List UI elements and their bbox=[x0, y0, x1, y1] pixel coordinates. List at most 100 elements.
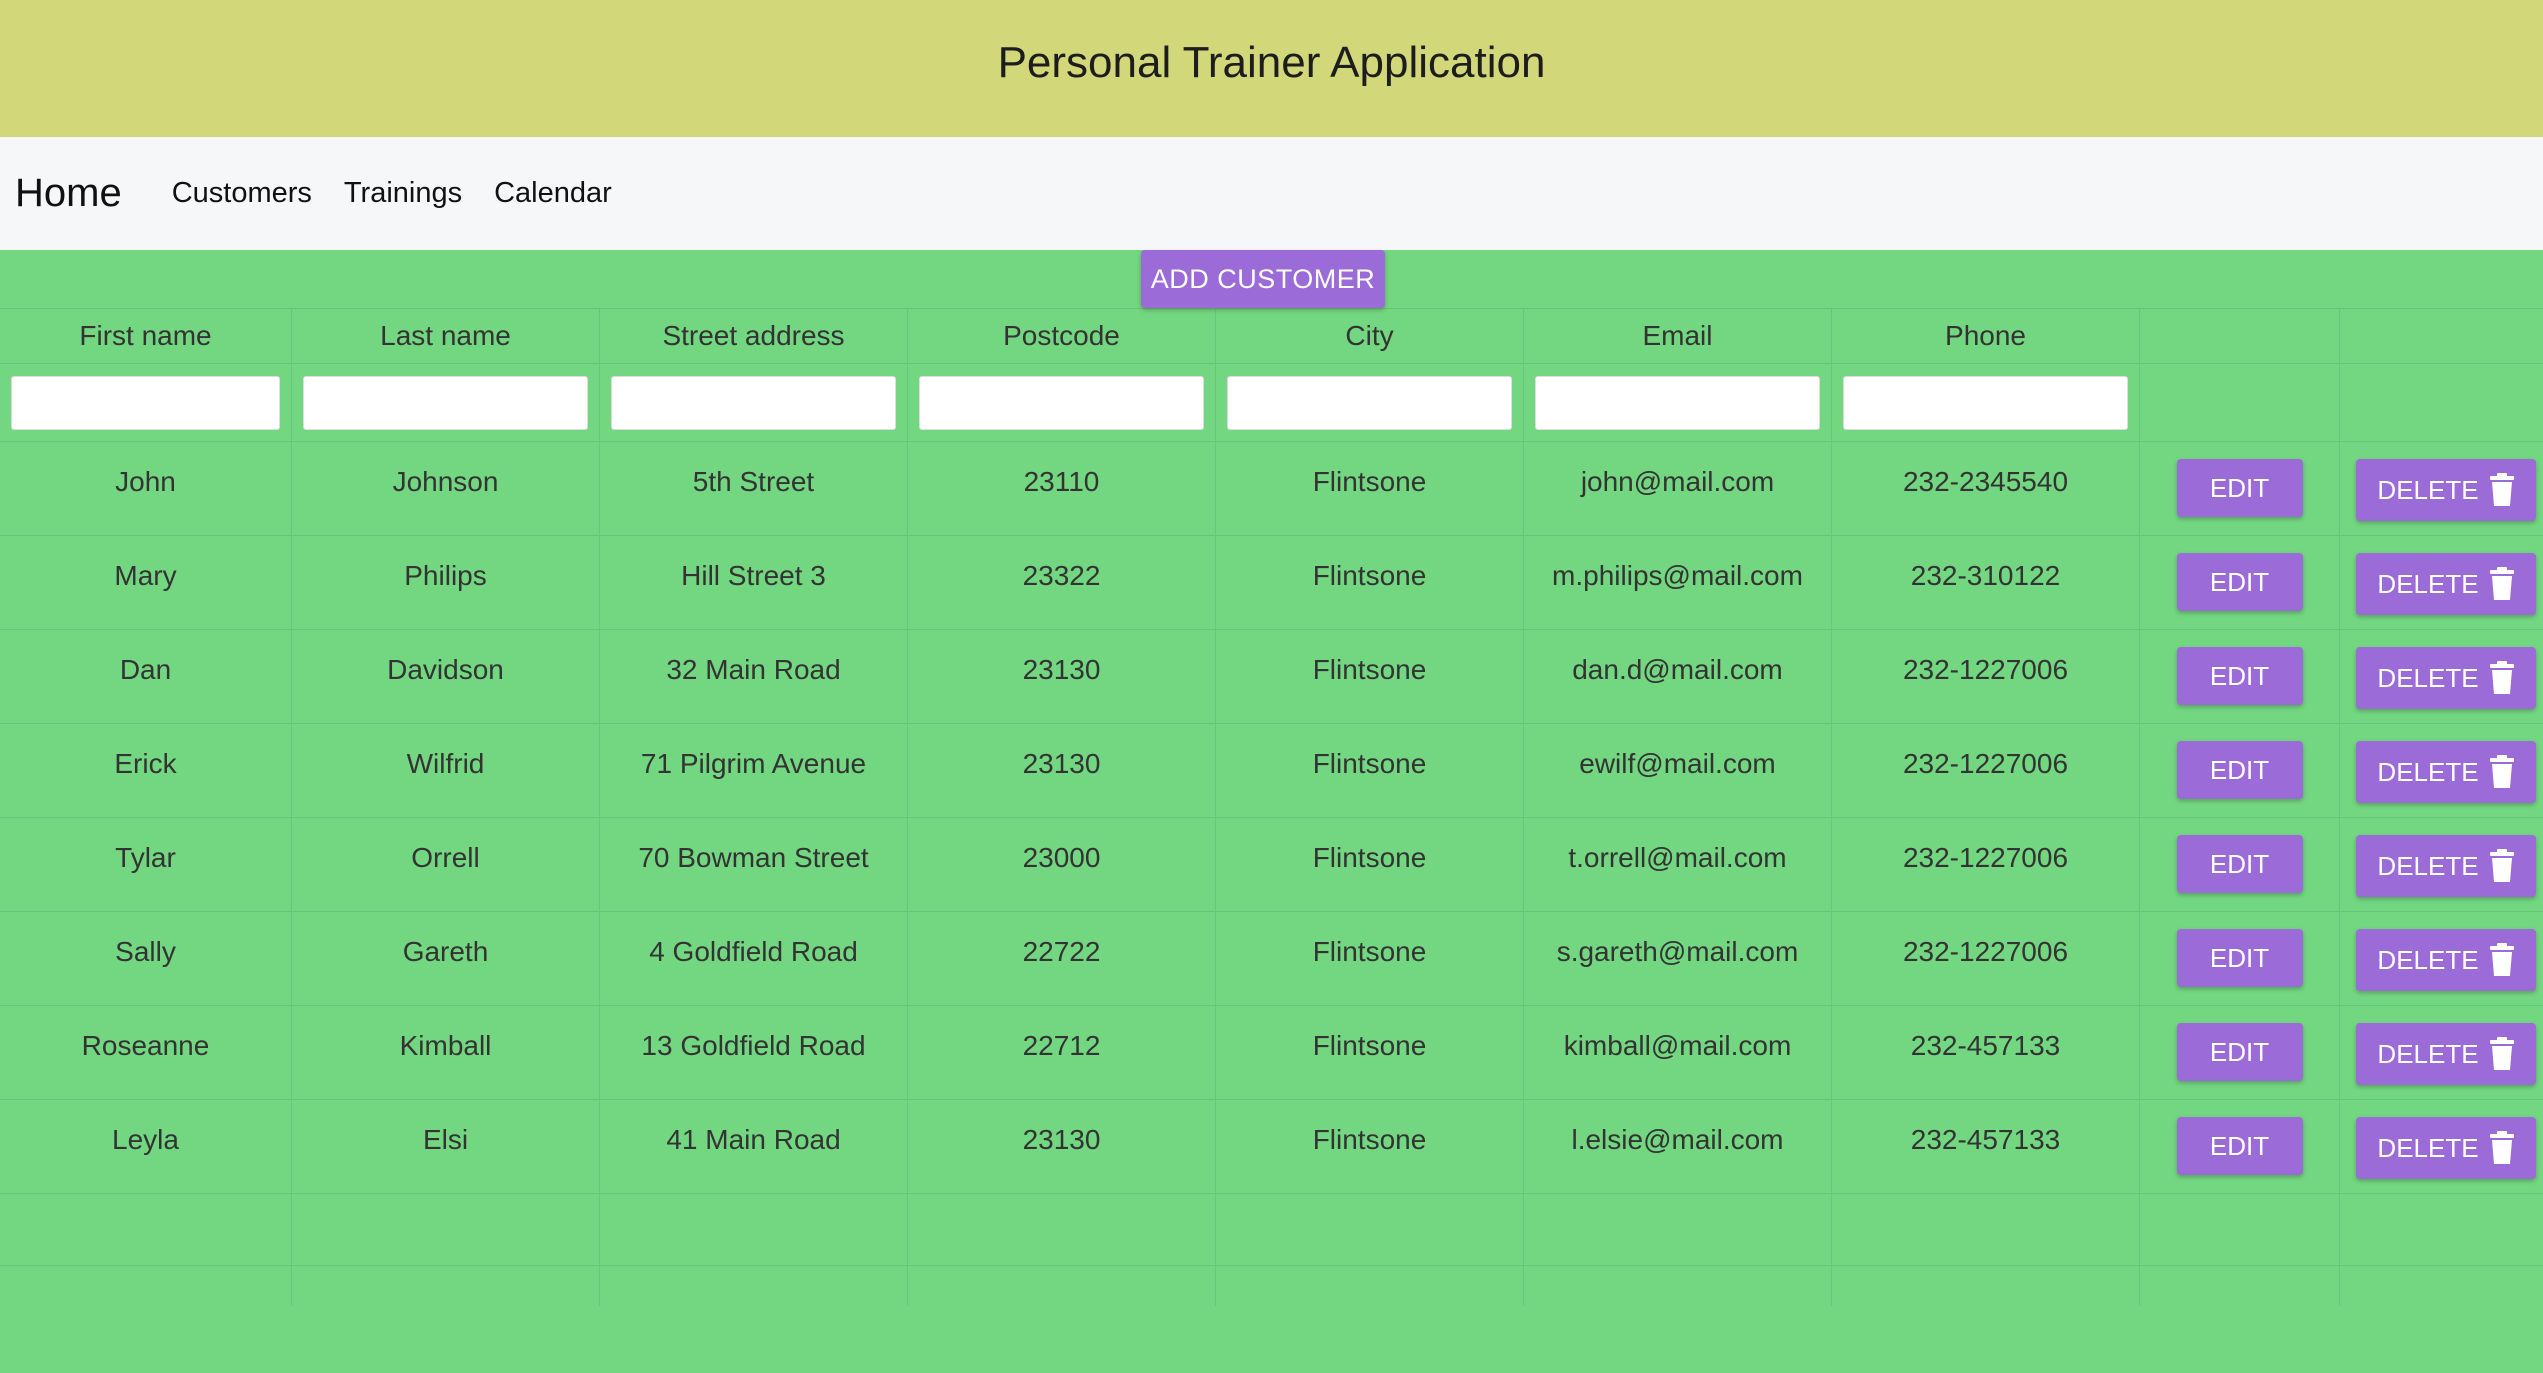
cell-first-name: Erick bbox=[0, 724, 292, 817]
grid-header-row: First name Last name Street address Post… bbox=[0, 308, 2543, 364]
cell-city: Flintsone bbox=[1216, 1006, 1524, 1099]
delete-button[interactable]: DELETE bbox=[2356, 835, 2536, 897]
cell-email: dan.d@mail.com bbox=[1524, 630, 1832, 723]
column-header-last-name[interactable]: Last name bbox=[292, 309, 600, 363]
table-row: Tylar Orrell 70 Bowman Street 23000 Flintson… bbox=[0, 818, 2543, 912]
filter-first-name-input[interactable] bbox=[11, 375, 280, 430]
add-customer-button[interactable]: ADD CUSTOMER bbox=[1141, 250, 1385, 308]
delete-button[interactable]: DELETE bbox=[2356, 1023, 2536, 1085]
cell-last-name: Elsi bbox=[292, 1100, 600, 1193]
delete-label: DELETE bbox=[2377, 568, 2479, 599]
cell-last-name: Orrell bbox=[292, 818, 600, 911]
cell-postcode: 22712 bbox=[908, 1006, 1216, 1099]
edit-cell: EDIT bbox=[2140, 630, 2340, 723]
cell-city: Flintsone bbox=[1216, 442, 1524, 535]
cell-email: s.gareth@mail.com bbox=[1524, 912, 1832, 1005]
delete-cell: DELETE bbox=[2340, 818, 2543, 911]
cell-city: Flintsone bbox=[1216, 1100, 1524, 1193]
column-header-postcode[interactable]: Postcode bbox=[908, 309, 1216, 363]
delete-label: DELETE bbox=[2377, 662, 2479, 693]
delete-button[interactable]: DELETE bbox=[2356, 741, 2536, 803]
delete-label: DELETE bbox=[2377, 1132, 2479, 1163]
delete-cell: DELETE bbox=[2340, 1100, 2543, 1193]
table-row: Dan Davidson 32 Main Road 23130 Flintsone dan… bbox=[0, 630, 2543, 724]
delete-button[interactable]: DELETE bbox=[2356, 1117, 2536, 1179]
cell-email: john@mail.com bbox=[1524, 442, 1832, 535]
cell-street-address: 4 Goldfield Road bbox=[600, 912, 908, 1005]
cell-last-name: Davidson bbox=[292, 630, 600, 723]
empty-cell bbox=[2340, 1266, 2543, 1306]
cell-last-name: Kimball bbox=[292, 1006, 600, 1099]
filter-street-address-input[interactable] bbox=[611, 375, 896, 430]
column-header-first-name[interactable]: First name bbox=[0, 309, 292, 363]
nav-link-calendar[interactable]: Calendar bbox=[494, 177, 612, 210]
cell-email: l.elsie@mail.com bbox=[1524, 1100, 1832, 1193]
filter-last-name-input[interactable] bbox=[303, 375, 588, 430]
cell-email: ewilf@mail.com bbox=[1524, 724, 1832, 817]
table-row: John Johnson 5th Street 23110 Flintsone john@… bbox=[0, 442, 2543, 536]
filter-postcode-input[interactable] bbox=[919, 375, 1204, 430]
delete-cell: DELETE bbox=[2340, 630, 2543, 723]
edit-cell: EDIT bbox=[2140, 724, 2340, 817]
filter-cell bbox=[1832, 364, 2140, 441]
edit-cell: EDIT bbox=[2140, 1100, 2340, 1193]
delete-label: DELETE bbox=[2377, 1038, 2479, 1069]
cell-last-name: Philips bbox=[292, 536, 600, 629]
column-header-city[interactable]: City bbox=[1216, 309, 1524, 363]
empty-cell bbox=[600, 1266, 908, 1306]
nav-link-trainings[interactable]: Trainings bbox=[344, 177, 462, 210]
trash-icon bbox=[2489, 567, 2515, 601]
column-header-email[interactable]: Email bbox=[1524, 309, 1832, 363]
edit-button[interactable]: EDIT bbox=[2176, 741, 2303, 799]
edit-cell: EDIT bbox=[2140, 818, 2340, 911]
cell-first-name: John bbox=[0, 442, 292, 535]
cell-first-name: Tylar bbox=[0, 818, 292, 911]
edit-button[interactable]: EDIT bbox=[2176, 1023, 2303, 1081]
cell-last-name: Gareth bbox=[292, 912, 600, 1005]
delete-button[interactable]: DELETE bbox=[2356, 459, 2536, 521]
table-row: Leyla Elsi 41 Main Road 23130 Flintsone l.els… bbox=[0, 1100, 2543, 1194]
cell-street-address: Hill Street 3 bbox=[600, 536, 908, 629]
edit-button[interactable]: EDIT bbox=[2176, 1117, 2303, 1175]
edit-cell: EDIT bbox=[2140, 442, 2340, 535]
delete-label: DELETE bbox=[2377, 756, 2479, 787]
cell-city: Flintsone bbox=[1216, 912, 1524, 1005]
cell-first-name: Dan bbox=[0, 630, 292, 723]
delete-button[interactable]: DELETE bbox=[2356, 647, 2536, 709]
nav-bar: Home Customers Trainings Calendar bbox=[0, 137, 2543, 250]
empty-cell bbox=[1524, 1194, 1832, 1265]
empty-cell bbox=[0, 1194, 292, 1265]
delete-cell: DELETE bbox=[2340, 1006, 2543, 1099]
delete-button[interactable]: DELETE bbox=[2356, 553, 2536, 615]
column-header-phone[interactable]: Phone bbox=[1832, 309, 2140, 363]
edit-button[interactable]: EDIT bbox=[2176, 553, 2303, 611]
filter-cell-empty bbox=[2140, 364, 2340, 441]
cell-first-name: Leyla bbox=[0, 1100, 292, 1193]
empty-cell bbox=[1832, 1194, 2140, 1265]
nav-home-link[interactable]: Home bbox=[15, 171, 122, 216]
edit-button[interactable]: EDIT bbox=[2176, 647, 2303, 705]
delete-cell: DELETE bbox=[2340, 442, 2543, 535]
grid-filter-row bbox=[0, 364, 2543, 442]
empty-cell bbox=[908, 1194, 1216, 1265]
cell-phone: 232-1227006 bbox=[1832, 724, 2140, 817]
column-header-street-address[interactable]: Street address bbox=[600, 309, 908, 363]
cell-street-address: 70 Bowman Street bbox=[600, 818, 908, 911]
delete-button[interactable]: DELETE bbox=[2356, 929, 2536, 991]
cell-first-name: Sally bbox=[0, 912, 292, 1005]
filter-cell bbox=[0, 364, 292, 441]
delete-label: DELETE bbox=[2377, 944, 2479, 975]
edit-button[interactable]: EDIT bbox=[2176, 835, 2303, 893]
edit-button[interactable]: EDIT bbox=[2176, 929, 2303, 987]
cell-street-address: 32 Main Road bbox=[600, 630, 908, 723]
edit-cell: EDIT bbox=[2140, 1006, 2340, 1099]
edit-button[interactable]: EDIT bbox=[2176, 459, 2303, 517]
filter-email-input[interactable] bbox=[1535, 375, 1820, 430]
filter-city-input[interactable] bbox=[1227, 375, 1512, 430]
filter-phone-input[interactable] bbox=[1843, 375, 2128, 430]
cell-phone: 232-457133 bbox=[1832, 1006, 2140, 1099]
app-title: Personal Trainer Application bbox=[997, 37, 1546, 87]
nav-link-customers[interactable]: Customers bbox=[172, 177, 312, 210]
column-header-edit bbox=[2140, 309, 2340, 363]
filter-cell bbox=[292, 364, 600, 441]
